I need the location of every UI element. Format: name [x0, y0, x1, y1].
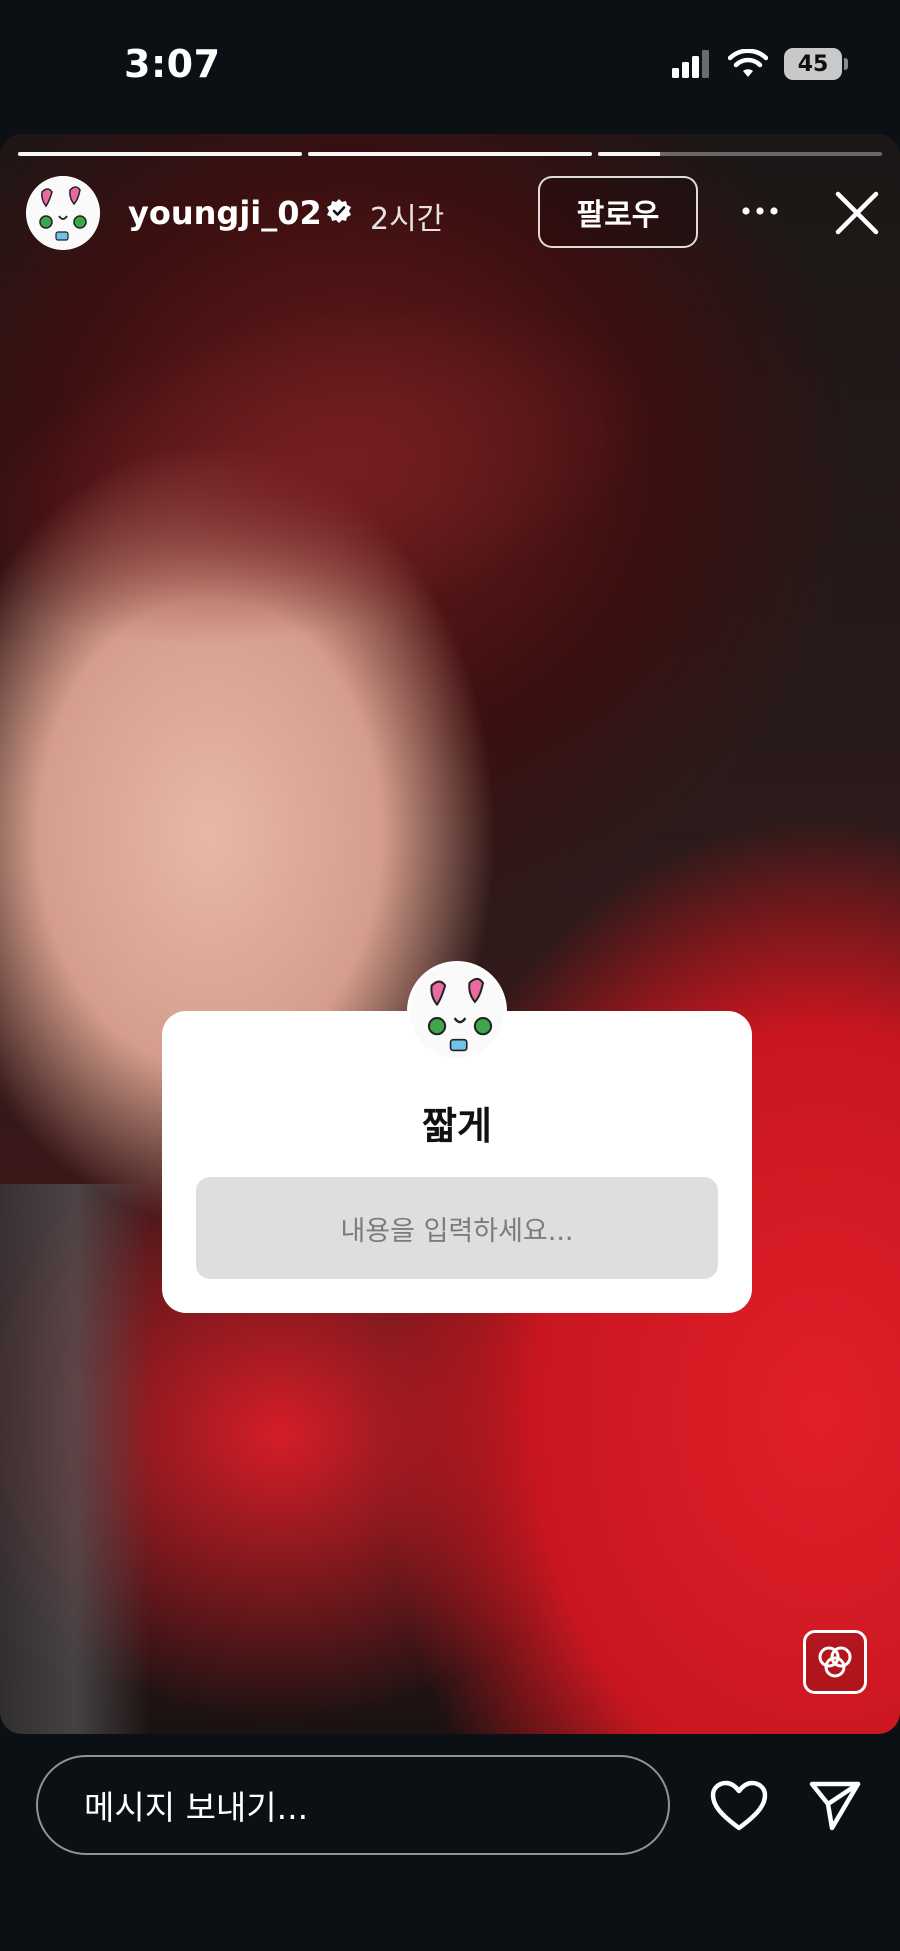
photo-seat-region [0, 1184, 150, 1734]
story-viewer: 3:07 45 youngji_02 2시간 팔로우 짧게 내용을 입력하세요.… [0, 0, 900, 1951]
story-progress [18, 152, 882, 156]
send-icon[interactable] [808, 1778, 862, 1832]
avatar-doodle-icon [26, 176, 100, 250]
question-answer-input[interactable]: 내용을 입력하세요... [196, 1177, 718, 1279]
avatar[interactable] [26, 176, 100, 250]
wifi-icon [728, 49, 768, 77]
status-time: 3:07 [124, 42, 221, 86]
photo-hair-region [0, 244, 686, 704]
progress-segment [18, 152, 302, 156]
story-media[interactable]: youngji_02 2시간 팔로우 짧게 내용을 입력하세요... [0, 134, 900, 1734]
follow-button[interactable]: 팔로우 [538, 176, 698, 248]
avatar-doodle-icon [410, 964, 504, 1058]
more-horizontal-icon[interactable] [738, 196, 782, 226]
message-input[interactable]: 메시지 보내기... [36, 1755, 670, 1855]
remix-icon [818, 1646, 852, 1678]
status-bar: 3:07 45 [0, 0, 900, 130]
verified-badge-icon [327, 199, 351, 223]
signal-bars-icon [672, 50, 709, 78]
post-time: 2시간 [370, 202, 445, 237]
progress-segment-current [598, 152, 882, 156]
question-sticker[interactable]: 짧게 내용을 입력하세요... [162, 961, 752, 1313]
progress-segment [308, 152, 592, 156]
username[interactable]: youngji_02 [128, 194, 322, 232]
battery-indicator: 45 [784, 48, 848, 80]
story-header: youngji_02 2시간 팔로우 [26, 176, 886, 256]
question-text: 짧게 [422, 1104, 492, 1148]
heart-icon[interactable] [710, 1780, 768, 1832]
close-icon[interactable] [832, 188, 882, 238]
remix-button[interactable] [803, 1630, 867, 1694]
sticker-avatar [407, 961, 507, 1061]
status-icons: 45 [672, 48, 848, 80]
